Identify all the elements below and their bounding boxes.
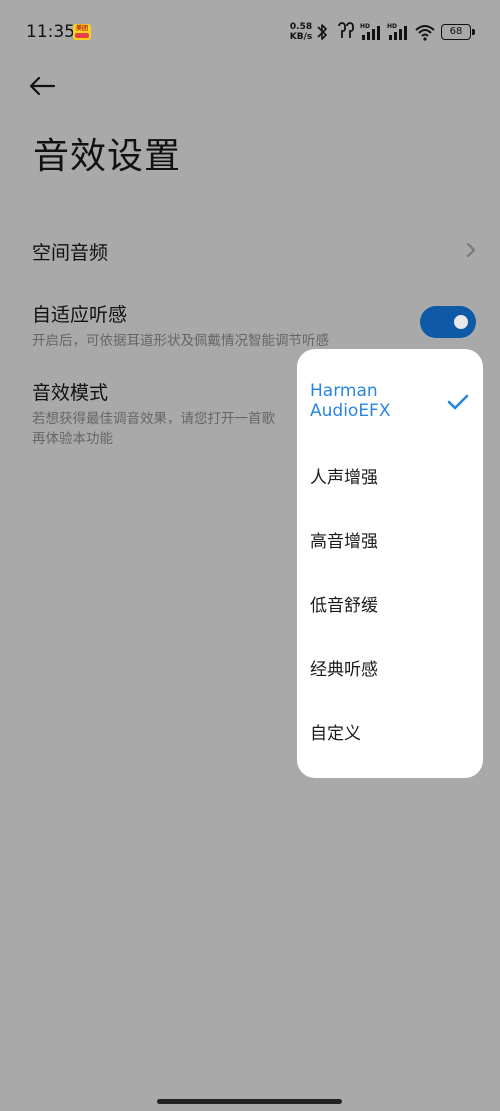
status-time: 11:35: [26, 22, 75, 42]
adaptive-listening-description: 开启后，可依据耳道形状及佩戴情况智能调节听感: [32, 333, 329, 349]
net-speed-indicator: 0.58 KB/s: [288, 22, 314, 42]
dropdown-item-harman-audioefx[interactable]: Harman AudioEFX: [310, 381, 470, 421]
dropdown-item-classic-listening[interactable]: 经典听感: [310, 660, 470, 680]
status-bar: 11:35 美团 0.58 KB/s HD HD 68: [0, 0, 500, 64]
dropdown-item-treble-enhance[interactable]: 高音增强: [310, 532, 470, 552]
battery-indicator: 68: [441, 24, 475, 40]
adaptive-listening-toggle[interactable]: [420, 306, 476, 338]
svg-text:HD: HD: [387, 23, 397, 30]
earbuds-icon: [338, 22, 354, 38]
arrow-left-icon: [29, 76, 56, 96]
home-indicator[interactable]: [157, 1099, 342, 1104]
net-speed-value: 0.58: [289, 22, 313, 32]
svg-text:HD: HD: [360, 23, 370, 30]
app-badge-text: 美团: [75, 25, 88, 32]
check-icon: [447, 394, 469, 410]
signal-strength-icon: HD: [387, 23, 407, 40]
meituan-app-icon: 美团: [73, 24, 91, 40]
chevron-right-icon: [467, 243, 475, 257]
wifi-icon: [415, 25, 435, 41]
sound-mode-description: 若想获得最佳调音效果，请您打开一首歌 再体验本功能: [32, 411, 275, 447]
dropdown-item-vocal-enhance[interactable]: 人声增强: [310, 468, 470, 488]
page-title: 音效设置: [33, 136, 182, 177]
sound-mode-row[interactable]: 音效模式 若想获得最佳调音效果，请您打开一首歌 再体验本功能: [32, 378, 302, 449]
spatial-audio-row[interactable]: 空间音频: [32, 238, 480, 268]
bluetooth-icon: [317, 24, 327, 40]
adaptive-listening-title: 自适应听感: [32, 304, 128, 326]
dropdown-item-custom[interactable]: 自定义: [310, 724, 470, 744]
net-speed-unit: KB/s: [289, 32, 313, 42]
sound-mode-title: 音效模式: [32, 382, 109, 404]
sound-mode-dropdown: Harman AudioEFX 人声增强 高音增强 低音舒缓 经典听感 自定义: [297, 349, 483, 778]
back-button[interactable]: [28, 68, 68, 104]
dropdown-item-bass-soothe[interactable]: 低音舒缓: [310, 596, 470, 616]
toggle-knob: [454, 315, 468, 329]
adaptive-listening-row: 自适应听感 开启后，可依据耳道形状及佩戴情况智能调节听感: [32, 300, 412, 351]
spatial-audio-title: 空间音频: [32, 242, 109, 264]
signal-strength-icon: HD: [360, 23, 380, 40]
